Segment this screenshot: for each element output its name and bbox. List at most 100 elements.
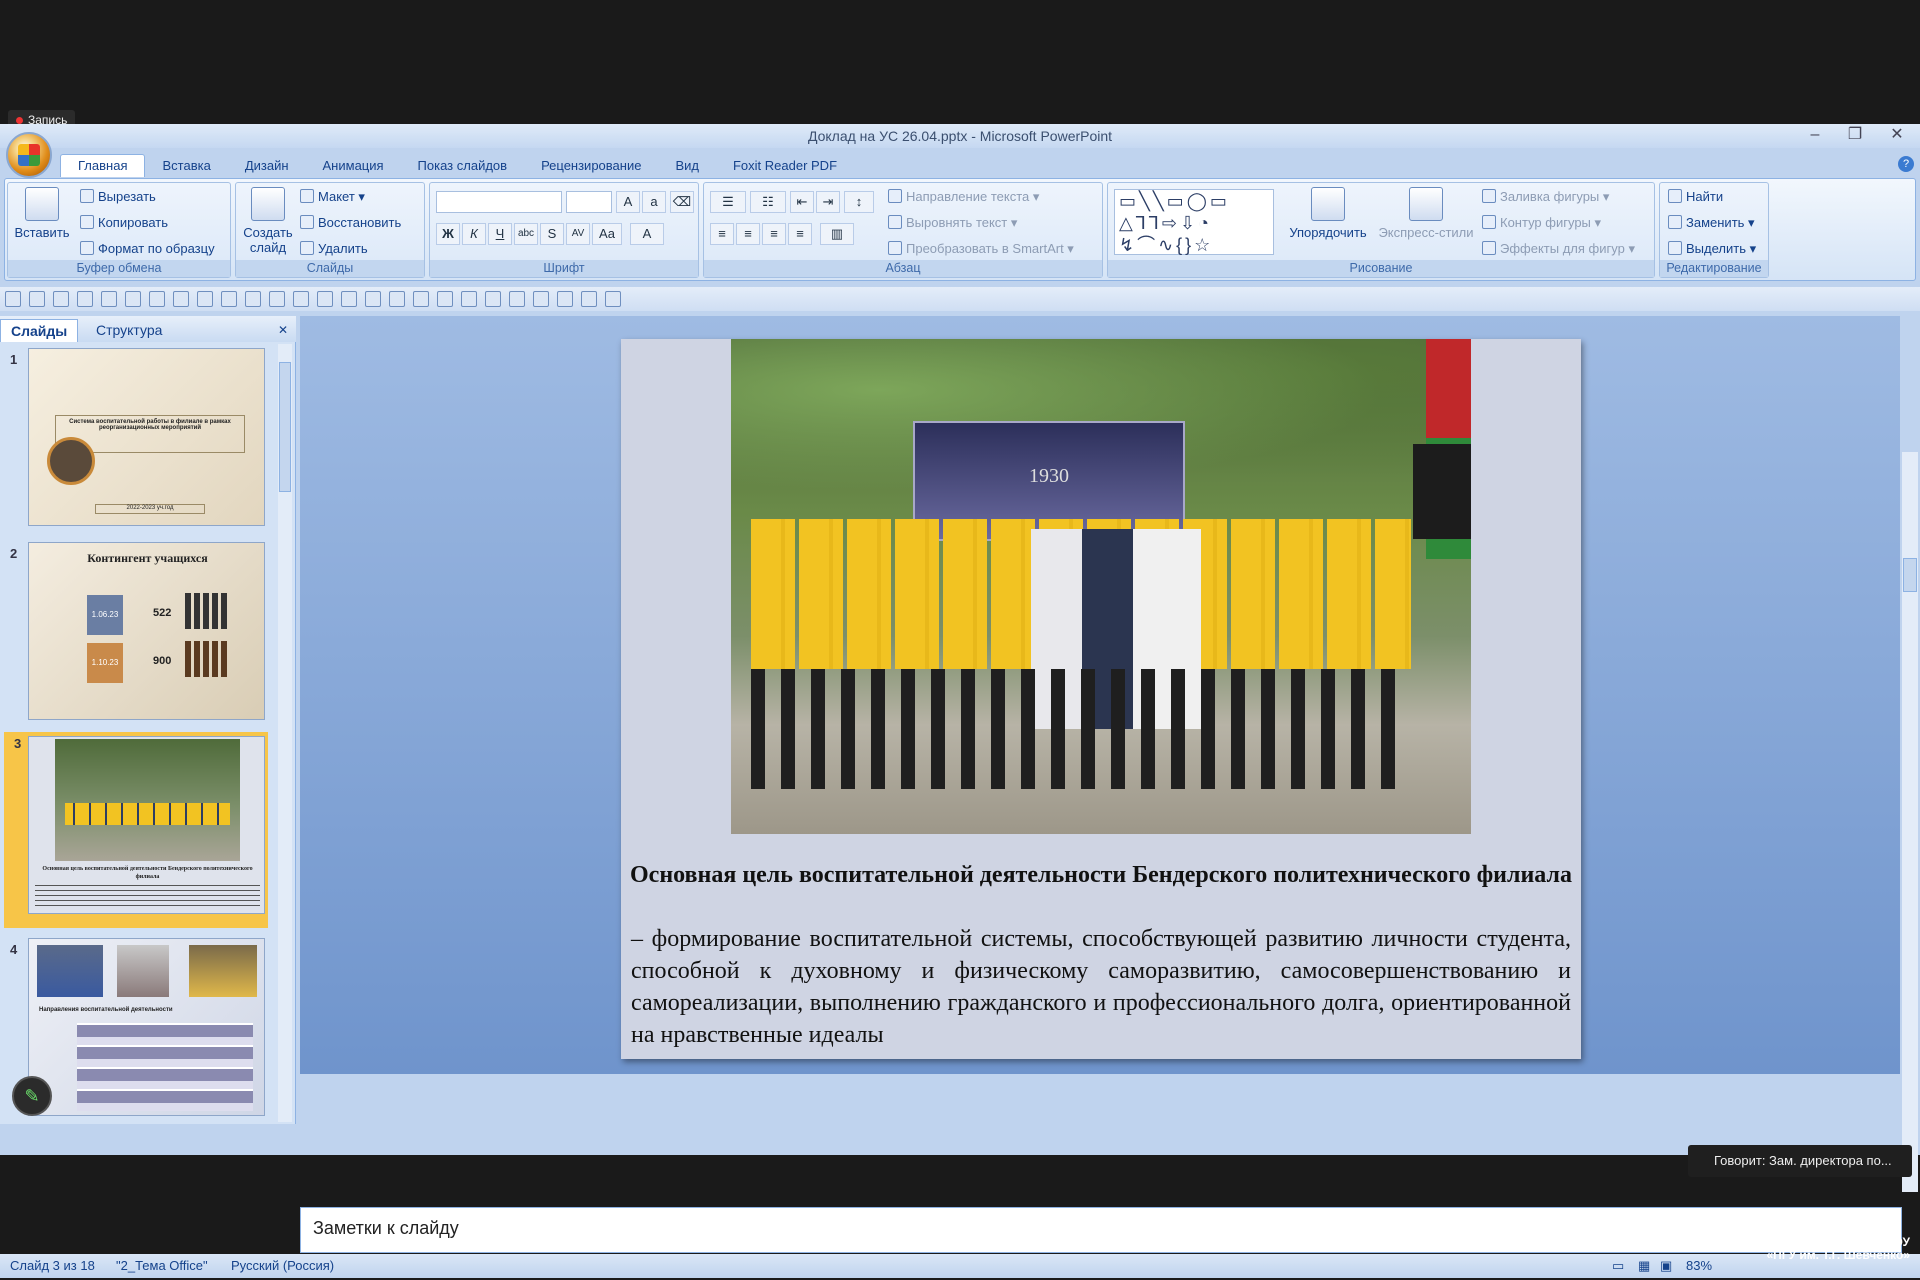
tab-foxit[interactable]: Foxit Reader PDF [716, 155, 854, 177]
tab-insert[interactable]: Вставка [145, 155, 227, 177]
annotate-pencil-icon[interactable]: ✎ [12, 1076, 52, 1116]
table-icon[interactable] [245, 291, 261, 307]
delete-slide-button[interactable]: Удалить [300, 241, 368, 256]
slide-title: Основная цель воспитательной деятельност… [630, 862, 1572, 888]
shape-effects-button[interactable]: Эффекты для фигур ▾ [1482, 241, 1635, 257]
increase-indent-button[interactable]: ⇥ [816, 191, 840, 213]
replace-button[interactable]: Заменить ▾ [1668, 215, 1755, 231]
font-family-select[interactable] [436, 191, 562, 213]
office-button[interactable] [6, 132, 52, 178]
italic-button[interactable]: К [462, 223, 486, 245]
crop-icon[interactable] [173, 291, 189, 307]
tab-animation[interactable]: Анимация [306, 155, 401, 177]
align-right-button[interactable]: ≡ [762, 223, 786, 245]
maximize-button[interactable]: ❐ [1840, 124, 1870, 146]
columns-button[interactable]: ▥ [820, 223, 854, 245]
thumbnail-scrollbar[interactable] [278, 344, 292, 1122]
close-pane-icon[interactable]: ✕ [268, 319, 298, 342]
grow-font-button[interactable]: A [616, 191, 640, 213]
clear-format-button[interactable]: ⌫ [670, 191, 694, 213]
tab-slides[interactable]: Слайды [0, 319, 79, 342]
underline-button[interactable]: Ч [488, 223, 512, 245]
group-icon[interactable] [197, 291, 213, 307]
shrink-font-button[interactable]: a [642, 191, 666, 213]
select-button[interactable]: Выделить ▾ [1668, 241, 1756, 257]
open-icon[interactable] [413, 291, 429, 307]
minimize-button[interactable]: – [1800, 124, 1830, 146]
new-slide-button[interactable]: Создать слайд [240, 187, 296, 255]
print-icon[interactable] [77, 291, 93, 307]
cut-button[interactable]: Вырезать [80, 189, 156, 204]
arrange-small-icon[interactable] [533, 291, 549, 307]
strikethrough-button[interactable]: abc [514, 223, 538, 245]
zoom-icon[interactable] [509, 291, 525, 307]
font-color-button[interactable]: A [630, 223, 664, 245]
format-painter-button[interactable]: Формат по образцу [80, 241, 215, 256]
copy-slide-icon[interactable] [221, 291, 237, 307]
line-spacing-button[interactable]: ↕ [844, 191, 874, 213]
textbox-icon[interactable] [293, 291, 309, 307]
align-text-button[interactable]: Выровнять текст ▾ [888, 215, 1017, 231]
edit-icon[interactable] [341, 291, 357, 307]
tab-slideshow[interactable]: Показ слайдов [401, 155, 525, 177]
tab-design[interactable]: Дизайн [228, 155, 306, 177]
layout-button[interactable]: Макет ▾ [300, 189, 365, 205]
help-icon[interactable]: ? [1898, 156, 1914, 172]
case-button[interactable]: Aa [592, 223, 622, 245]
quick-styles-button[interactable]: Экспресс-стили [1376, 187, 1476, 240]
check-icon[interactable] [389, 291, 405, 307]
tab-view[interactable]: Вид [658, 155, 716, 177]
scroll-thumb[interactable] [1903, 558, 1917, 592]
editor-scrollbar[interactable] [1902, 452, 1918, 1192]
smartart-button[interactable]: Преобразовать в SmartArt ▾ [888, 241, 1074, 257]
text-direction-button[interactable]: Направление текста ▾ [888, 189, 1039, 205]
save-icon[interactable] [5, 291, 21, 307]
shadow-button[interactable]: S [540, 223, 564, 245]
find-label: Найти [1686, 189, 1724, 204]
numbering-button[interactable]: ☷ [750, 191, 786, 213]
email-icon[interactable] [125, 291, 141, 307]
paste-button[interactable]: Вставить [12, 187, 72, 240]
reset-button[interactable]: Восстановить [300, 215, 401, 230]
align-icon[interactable] [269, 291, 285, 307]
current-slide[interactable]: 1930 Основная цель воспитательной деятел… [621, 339, 1581, 1059]
sorter-view-icon[interactable]: ▦ [1638, 1254, 1650, 1278]
thumbnail-slide-3[interactable]: 3 Основная цель воспитательной деятельно… [4, 732, 268, 928]
bold-button[interactable]: Ж [436, 223, 460, 245]
tab-home[interactable]: Главная [60, 154, 146, 177]
language-indicator[interactable]: Русский (Россия) [231, 1254, 334, 1278]
shapes-gallery[interactable]: ▭╲╲▭◯▭ △⅂⅂⇨⇩◔ ↯⌒∿{}☆ [1114, 189, 1274, 255]
redo-icon[interactable] [53, 291, 69, 307]
align-left-button[interactable]: ≡ [710, 223, 734, 245]
find-button[interactable]: Найти [1668, 189, 1723, 204]
thumbnail-slide-2[interactable]: 2 Контингент учащихся 1.06.23 522 1.10.2… [0, 542, 280, 730]
arrange-button[interactable]: Упорядочить [1284, 187, 1372, 240]
copy-button[interactable]: Копировать [80, 215, 168, 230]
shape-outline-button[interactable]: Контур фигуры ▾ [1482, 215, 1601, 231]
align-center-button[interactable]: ≡ [736, 223, 760, 245]
more-icon[interactable] [605, 291, 621, 307]
thumbnail-slide-1[interactable]: 1 Система воспитательной работы в филиал… [0, 348, 280, 536]
decrease-indent-button[interactable]: ⇤ [790, 191, 814, 213]
undo-icon[interactable] [29, 291, 45, 307]
font-size-select[interactable] [566, 191, 612, 213]
group-photo: 1930 [731, 339, 1471, 834]
spellcheck-icon[interactable] [365, 291, 381, 307]
spacing-button[interactable]: AV [566, 223, 590, 245]
bullets-button[interactable]: ☰ [710, 191, 746, 213]
bring-forward-icon[interactable] [437, 291, 453, 307]
tab-outline[interactable]: Структура [86, 319, 172, 342]
normal-view-icon[interactable]: ▭ [1612, 1254, 1624, 1278]
justify-button[interactable]: ≡ [788, 223, 812, 245]
rotate-icon[interactable] [485, 291, 501, 307]
scroll-thumb[interactable] [279, 362, 291, 492]
send-backward-icon[interactable] [461, 291, 477, 307]
resize-icon[interactable] [317, 291, 333, 307]
shape-fill-button[interactable]: Заливка фигуры ▾ [1482, 189, 1609, 205]
new-doc-icon[interactable] [557, 291, 573, 307]
preview-icon[interactable] [101, 291, 117, 307]
tab-review[interactable]: Рецензирование [524, 155, 658, 177]
picture-icon[interactable] [149, 291, 165, 307]
folder-icon[interactable] [581, 291, 597, 307]
close-button[interactable]: ✕ [1882, 124, 1912, 146]
